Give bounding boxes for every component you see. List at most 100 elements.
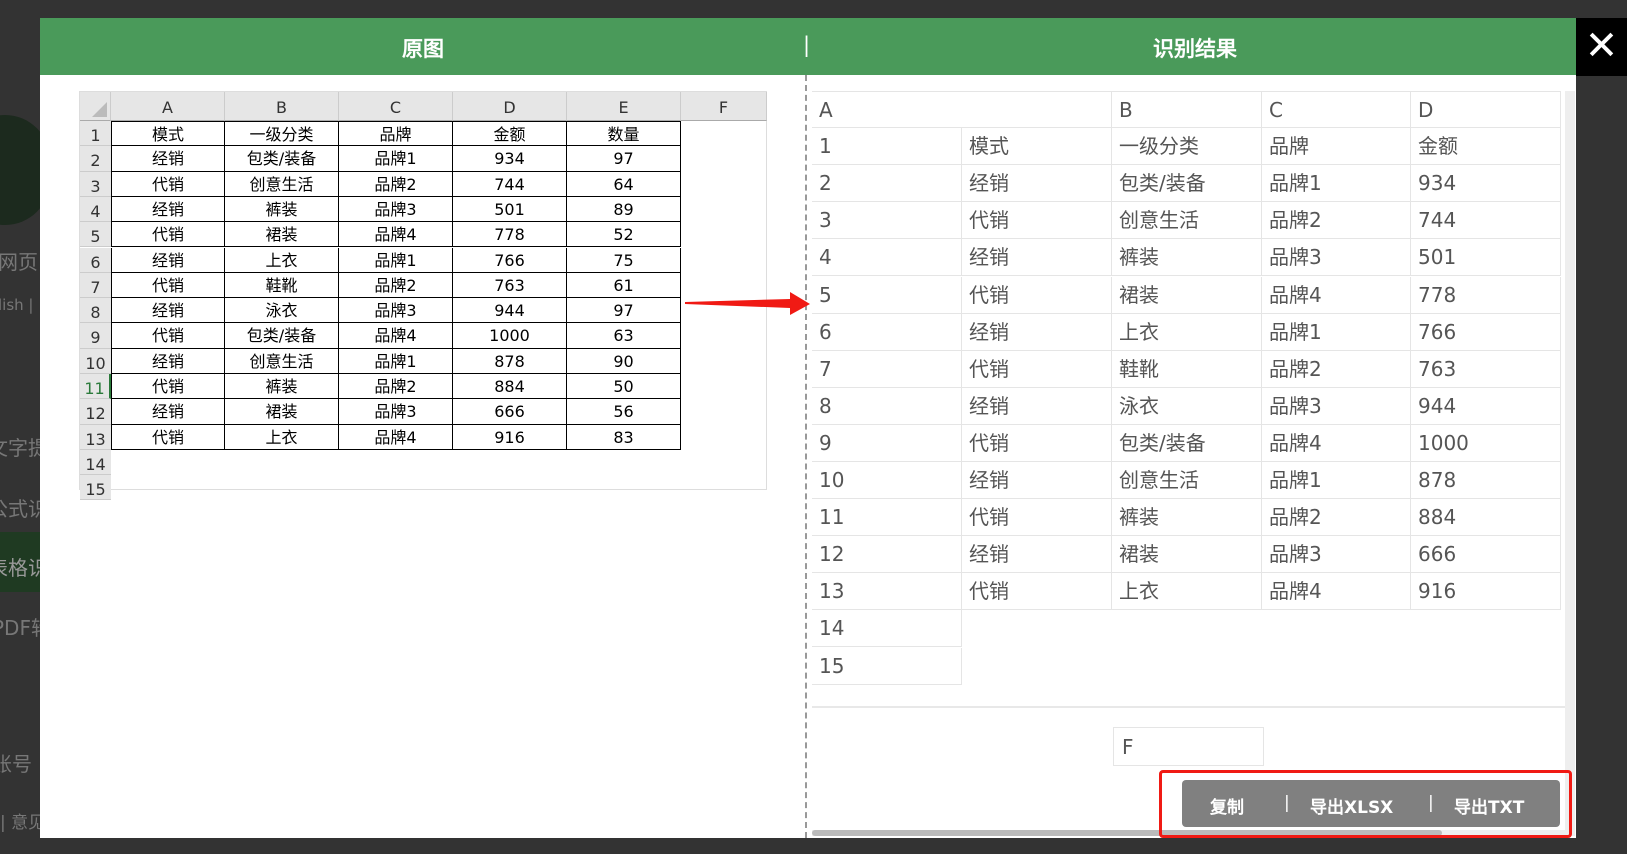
result-cell: 763 <box>1411 350 1561 388</box>
result-cell: 上衣 <box>1112 313 1262 351</box>
spreadsheet-cell: 经销 <box>111 399 225 425</box>
result-row-number: 14 <box>812 610 962 648</box>
spreadsheet-cell: 创意生活 <box>225 171 339 197</box>
spreadsheet-cell: 97 <box>567 146 681 172</box>
result-row-number: 11 <box>812 499 962 537</box>
result-cell: 品牌2 <box>1262 350 1411 388</box>
row-number: 11 <box>80 374 111 400</box>
result-cell: 666 <box>1411 536 1561 574</box>
spreadsheet-cell: 裤装 <box>225 196 339 223</box>
spreadsheet-cell: 模式 <box>111 121 225 147</box>
result-row-number: 8 <box>812 387 962 425</box>
result-cell: 878 <box>1411 462 1561 499</box>
spreadsheet-cell: 品牌4 <box>339 323 453 349</box>
result-column-header: D <box>1411 91 1561 128</box>
spreadsheet-cell: 代销 <box>111 171 225 197</box>
result-cell: 模式 <box>962 128 1112 166</box>
copy-button[interactable]: 复制 <box>1210 793 1244 818</box>
spreadsheet-cell: 品牌4 <box>339 424 453 450</box>
spreadsheet-cell: 52 <box>567 222 681 248</box>
spreadsheet-cell: 763 <box>453 272 567 299</box>
column-header: E <box>567 92 681 121</box>
spreadsheet-cell: 63 <box>567 323 681 349</box>
spreadsheet-cell: 品牌2 <box>339 171 453 197</box>
spreadsheet-cell: 经销 <box>111 196 225 223</box>
original-image-spreadsheet: A B C D E F 1 2 3 4 5 6 7 8 9 10 11 12 13 14 15 模式 一级分类 品牌 金额 数量经… <box>79 91 767 501</box>
spreadsheet-cell: 916 <box>453 424 567 450</box>
close-button[interactable]: ✕ <box>1576 18 1627 76</box>
result-cell: 代销 <box>962 276 1112 314</box>
row-number: 5 <box>80 222 111 248</box>
result-cell: 包类/装备 <box>1112 424 1262 462</box>
result-cell: 代销 <box>962 202 1112 240</box>
result-cell: 778 <box>1411 276 1561 314</box>
vertical-scrollbar[interactable] <box>1565 91 1575 836</box>
result-cell: 泳衣 <box>1112 387 1262 425</box>
overflow-column-cell: F <box>1113 727 1264 766</box>
spreadsheet-cell: 品牌2 <box>339 272 453 299</box>
result-cell: 916 <box>1411 573 1561 611</box>
action-bar: 复制 | 导出XLSX | 导出TXT <box>1182 780 1560 827</box>
export-txt-button[interactable]: 导出TXT <box>1454 793 1524 818</box>
spreadsheet-cell: 上衣 <box>225 424 339 450</box>
spreadsheet-cell: 数量 <box>567 121 681 147</box>
spreadsheet-cell: 品牌1 <box>339 146 453 172</box>
column-header: A <box>111 92 225 121</box>
result-cell: 品牌2 <box>1262 499 1411 537</box>
spreadsheet-cell: 品牌3 <box>339 196 453 223</box>
result-cell: 鞋靴 <box>1112 350 1262 388</box>
result-cell: 884 <box>1411 499 1561 537</box>
row-number: 7 <box>80 272 111 299</box>
spreadsheet-cell: 裤装 <box>225 374 339 400</box>
spreadsheet-cell: 经销 <box>111 146 225 172</box>
result-cell: 944 <box>1411 387 1561 425</box>
panel-divider <box>805 75 807 838</box>
result-cell: 代销 <box>962 499 1112 537</box>
result-cell: 经销 <box>962 165 1112 203</box>
spreadsheet-cell: 89 <box>567 196 681 223</box>
spreadsheet-cell: 泳衣 <box>225 298 339 324</box>
spreadsheet-cell: 61 <box>567 272 681 299</box>
result-cell: 品牌3 <box>1262 387 1411 425</box>
background-text: 账号 <box>0 752 32 776</box>
spreadsheet-cell: 944 <box>453 298 567 324</box>
spreadsheet-cell: 97 <box>567 298 681 324</box>
spreadsheet-cell: 包类/装备 <box>225 323 339 349</box>
spreadsheet-cell: 884 <box>453 374 567 400</box>
spreadsheet-cell: 品牌1 <box>339 247 453 273</box>
row-number: 10 <box>80 348 111 374</box>
spreadsheet-cell: 代销 <box>111 272 225 299</box>
spreadsheet-cell: 83 <box>567 424 681 450</box>
result-modal: 原图 | 识别结果 A B C D E F 1 2 3 4 5 6 7 8 9 10 11 12 13 14 15 模式一… <box>40 18 1576 838</box>
spreadsheet-cell: 代销 <box>111 424 225 450</box>
background-text: 网页 <box>0 250 38 274</box>
result-title: 识别结果 <box>1153 37 1237 61</box>
result-cell: 品牌 <box>1262 128 1411 166</box>
result-row-number: 9 <box>812 424 962 462</box>
select-all-corner <box>80 92 111 121</box>
row-number: 9 <box>80 323 111 349</box>
result-cell: 品牌2 <box>1262 202 1411 240</box>
action-separator: | <box>1284 793 1290 813</box>
export-xlsx-button[interactable]: 导出XLSX <box>1310 793 1393 818</box>
result-cell: 品牌4 <box>1262 573 1411 611</box>
result-cell: 品牌4 <box>1262 424 1411 462</box>
result-cell: 经销 <box>962 462 1112 499</box>
result-row-number: 2 <box>812 165 962 203</box>
result-cell: 品牌3 <box>1262 239 1411 277</box>
result-row-number: 1 <box>812 128 962 166</box>
result-table: A B C D 1 2 3 4 5 6 7 8 9 10 11 12 13 14 15 模式 一级分类 品牌 金额 经销 包类/… <box>812 91 1565 706</box>
result-cell: 金额 <box>1411 128 1561 166</box>
result-row-number: 4 <box>812 239 962 277</box>
spreadsheet-cell: 经销 <box>111 247 225 273</box>
spreadsheet-cell: 代销 <box>111 222 225 248</box>
row-number: 13 <box>80 424 111 450</box>
column-header: B <box>225 92 339 121</box>
result-cell: 裤装 <box>1112 239 1262 277</box>
result-cell: 经销 <box>962 239 1112 277</box>
result-cell: 501 <box>1411 239 1561 277</box>
result-row-number: 5 <box>812 276 962 314</box>
spreadsheet-cell: 878 <box>453 348 567 374</box>
spreadsheet-cell: 778 <box>453 222 567 248</box>
result-cell: 代销 <box>962 424 1112 462</box>
